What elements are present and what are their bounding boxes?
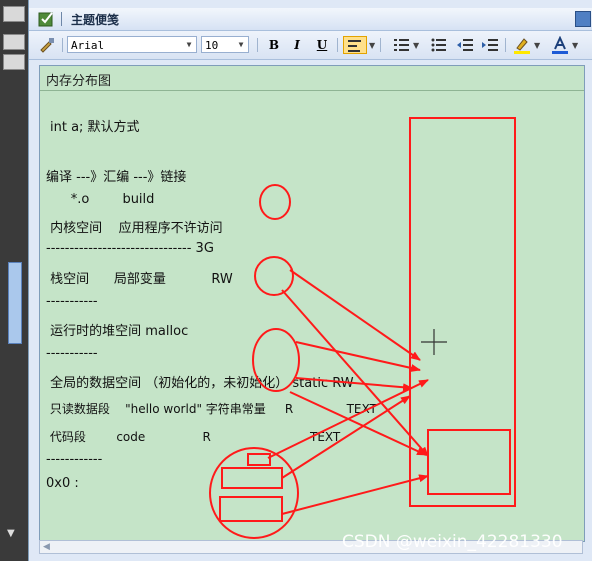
annotation-arrow xyxy=(267,379,429,459)
annotation-arrow xyxy=(289,391,427,456)
annotation-small-rect xyxy=(247,453,271,466)
annotation-circle xyxy=(209,447,299,539)
memory-lower-region-box xyxy=(427,429,511,495)
annotation-arrow xyxy=(281,474,429,515)
annotation-circle xyxy=(259,184,291,220)
red-annotation-overlay xyxy=(209,117,516,539)
memory-layout-box xyxy=(409,117,516,507)
annotation-rect xyxy=(219,496,283,522)
annotation-circle xyxy=(254,256,294,296)
annotation-arrow xyxy=(289,269,421,361)
annotation-rect xyxy=(221,467,283,489)
annotation-circle xyxy=(252,328,300,392)
annotation-arrow xyxy=(281,395,411,479)
csdn-watermark: CSDN @weixin_42281330 xyxy=(342,532,563,552)
crosshair-cursor-icon xyxy=(421,329,447,355)
annotation-arrow xyxy=(295,377,413,392)
